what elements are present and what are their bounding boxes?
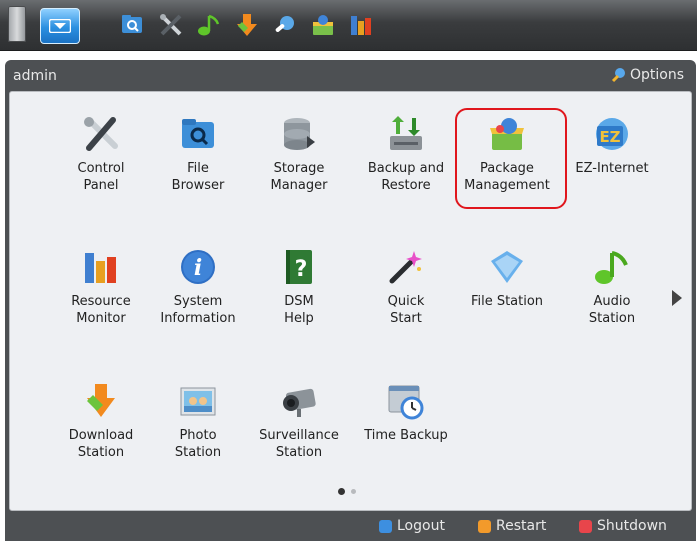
app-backup-restore[interactable]: Backup and Restore bbox=[356, 114, 456, 194]
app-ez-internet[interactable]: EZ EZ-Internet bbox=[562, 114, 662, 177]
app-label: Audio Station bbox=[588, 294, 636, 326]
app-label: Download Station bbox=[68, 428, 134, 460]
download-station-icon[interactable] bbox=[234, 12, 260, 38]
svg-text:i: i bbox=[194, 255, 202, 281]
photo-station-icon bbox=[178, 381, 218, 421]
wrench-icon bbox=[611, 68, 625, 83]
app-storage-manager[interactable]: Storage Manager bbox=[249, 114, 349, 194]
app-label: Time Backup bbox=[364, 428, 448, 443]
svg-text:EZ: EZ bbox=[599, 128, 620, 146]
app-download-station[interactable]: Download Station bbox=[51, 381, 151, 461]
app-label: File Browser bbox=[171, 161, 225, 193]
package-management-icon[interactable] bbox=[310, 12, 336, 38]
control-panel-icon bbox=[81, 114, 121, 154]
ez-internet-icon: EZ bbox=[592, 114, 632, 154]
app-quick-start[interactable]: Quick Start bbox=[356, 247, 456, 327]
time-backup-icon bbox=[386, 381, 426, 421]
chevron-down-icon bbox=[49, 19, 71, 33]
next-page-arrow[interactable] bbox=[672, 290, 682, 306]
restart-label: Restart bbox=[496, 518, 547, 534]
app-audio-station[interactable]: Audio Station bbox=[562, 247, 662, 327]
file-station-icon bbox=[487, 247, 527, 287]
taskbar-handle[interactable] bbox=[8, 6, 26, 42]
app-file-browser[interactable]: File Browser bbox=[148, 114, 248, 194]
panel-header: admin Options bbox=[5, 60, 696, 90]
quick-start-icon bbox=[386, 247, 426, 287]
system-information-icon: i bbox=[178, 247, 218, 287]
app-label: EZ-Internet bbox=[575, 161, 649, 176]
app-resource-monitor[interactable]: Resource Monitor bbox=[51, 247, 151, 327]
main-menu-button[interactable] bbox=[40, 8, 80, 44]
resource-monitor-icon[interactable] bbox=[348, 12, 374, 38]
logout-icon bbox=[379, 519, 392, 533]
panel-footer: Logout Restart Shutdown bbox=[5, 511, 696, 541]
app-control-panel[interactable]: Control Panel bbox=[51, 114, 151, 194]
app-file-station[interactable]: File Station bbox=[457, 247, 557, 310]
package-management-highlight bbox=[455, 108, 567, 209]
svg-text:?: ? bbox=[295, 257, 308, 282]
restart-button[interactable]: Restart bbox=[478, 518, 546, 534]
storage-manager-icon bbox=[279, 114, 319, 154]
app-system-information[interactable]: i System Information bbox=[148, 247, 248, 327]
username: admin bbox=[13, 68, 57, 84]
file-browser-icon bbox=[178, 114, 218, 154]
app-label: Storage Manager bbox=[270, 161, 328, 193]
audio-station-icon bbox=[592, 247, 632, 287]
taskbar bbox=[0, 0, 697, 51]
shutdown-label: Shutdown bbox=[597, 518, 667, 534]
audio-station-icon[interactable] bbox=[196, 12, 222, 38]
control-panel-icon[interactable] bbox=[158, 12, 184, 38]
download-station-icon bbox=[81, 381, 121, 421]
restart-icon bbox=[478, 519, 491, 533]
shutdown-button[interactable]: Shutdown bbox=[579, 518, 667, 534]
resource-monitor-icon bbox=[81, 247, 121, 287]
app-surveillance-station[interactable]: Surveillance Station bbox=[249, 381, 349, 461]
app-photo-station[interactable]: Photo Station bbox=[148, 381, 248, 461]
app-label: Quick Start bbox=[387, 294, 425, 326]
app-dsm-help[interactable]: ? DSM Help bbox=[249, 247, 349, 327]
app-label: DSM Help bbox=[284, 294, 314, 326]
file-browser-icon[interactable] bbox=[120, 12, 146, 38]
page-dot-1[interactable] bbox=[338, 488, 345, 495]
dsm-help-icon: ? bbox=[279, 247, 319, 287]
surveillance-station-icon bbox=[279, 381, 319, 421]
options-button[interactable]: Options bbox=[610, 67, 684, 83]
app-label: Backup and Restore bbox=[367, 161, 445, 193]
app-label: System Information bbox=[160, 294, 236, 326]
logout-label: Logout bbox=[397, 518, 445, 534]
app-time-backup[interactable]: Time Backup bbox=[356, 381, 456, 444]
app-label: File Station bbox=[470, 294, 544, 309]
quick-start-icon[interactable] bbox=[272, 12, 298, 38]
options-label: Options bbox=[629, 67, 684, 83]
backup-restore-icon bbox=[386, 114, 426, 154]
logout-button[interactable]: Logout bbox=[379, 518, 445, 534]
page-dot-2[interactable] bbox=[351, 489, 356, 494]
app-label: Surveillance Station bbox=[259, 428, 339, 460]
app-label: Control Panel bbox=[77, 161, 125, 193]
app-label: Photo Station bbox=[174, 428, 222, 460]
shutdown-icon bbox=[579, 519, 592, 533]
page-indicator bbox=[338, 488, 356, 495]
app-label: Resource Monitor bbox=[71, 294, 131, 326]
